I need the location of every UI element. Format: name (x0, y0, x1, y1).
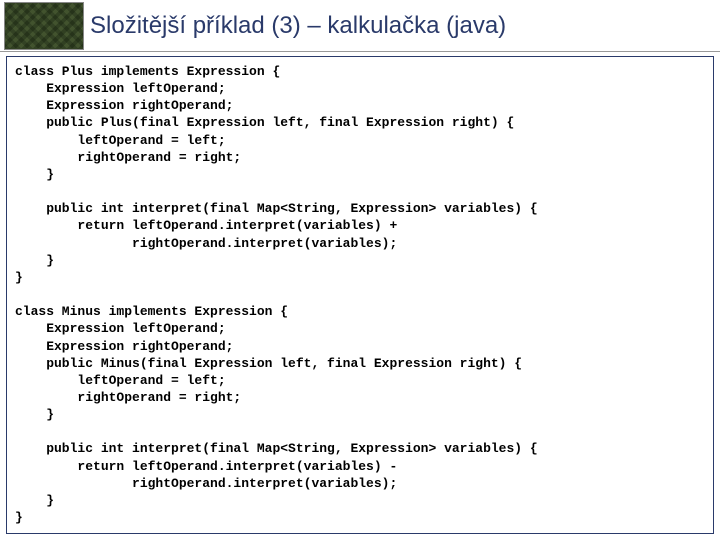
decorative-thumbnail (4, 2, 84, 50)
slide-title: Složitější příklad (3) – kalkulačka (jav… (90, 12, 506, 40)
code-block: class Plus implements Expression { Expre… (6, 56, 714, 534)
slide-header: Složitější příklad (3) – kalkulačka (jav… (0, 0, 720, 52)
